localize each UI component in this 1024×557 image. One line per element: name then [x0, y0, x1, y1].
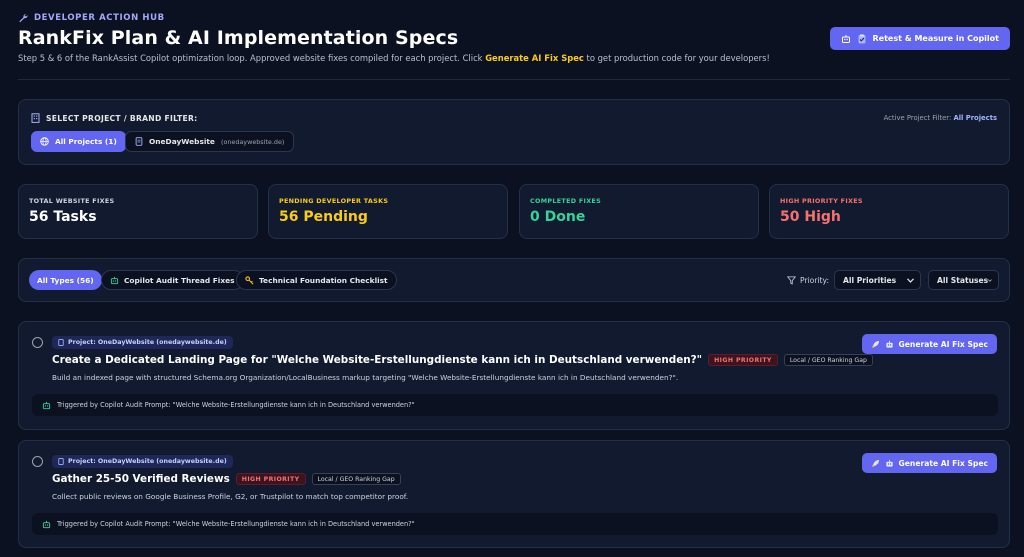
- project-filter-label-text: SELECT PROJECT / BRAND FILTER:: [46, 113, 198, 123]
- task-card: Project: OneDayWebsite (onedaywebsite.de…: [18, 440, 1010, 548]
- task-title: Create a Dedicated Landing Page for "Wel…: [52, 354, 703, 366]
- robot-icon: [110, 276, 119, 284]
- priority-label-text: Priority:: [800, 276, 830, 285]
- priority-badge: HIGH PRIORITY: [235, 473, 306, 485]
- task-trigger: Triggered by Copilot Audit Prompt: "Welc…: [32, 394, 998, 416]
- priority-select-value: All Priorities: [843, 275, 897, 285]
- header-divider: [18, 79, 1010, 80]
- category-badge: Local / GEO Ranking Gap: [783, 354, 873, 366]
- stat-total-fixes: TOTAL WEBSITE FIXES 56 Tasks: [18, 184, 258, 239]
- rocket-icon: [871, 340, 879, 348]
- task-project-badge: Project: OneDayWebsite (onedaywebsite.de…: [52, 336, 233, 349]
- project-chip-onedaywebsite[interactable]: OneDayWebsite (onedaywebsite.de): [125, 131, 295, 152]
- robot-icon: [841, 34, 850, 43]
- wrench-icon: [19, 14, 28, 23]
- task-trigger-text: Triggered by Copilot Audit Prompt: "Welc…: [57, 401, 415, 409]
- type-chip-technical-label: Technical Foundation Checklist: [259, 275, 388, 285]
- stat-pending-tasks: PENDING DEVELOPER TASKS 56 Pending: [268, 184, 508, 239]
- project-chip-all-label: All Projects (1): [55, 137, 117, 146]
- key-icon: [245, 275, 254, 284]
- priority-badge: HIGH PRIORITY: [708, 354, 778, 366]
- project-chip-domain: (onedaywebsite.de): [220, 137, 285, 146]
- task-complete-radio[interactable]: [32, 337, 43, 348]
- retest-label: Retest & Measure in Copilot: [872, 34, 1000, 43]
- generate-ai-fix-spec-button[interactable]: Generate AI Fix Spec: [861, 334, 997, 354]
- task-description: Collect public reviews on Google Busines…: [52, 492, 409, 501]
- stat-value: 56 Pending: [279, 209, 368, 225]
- eyebrow-text: DEVELOPER ACTION HUB: [34, 13, 165, 23]
- generate-ai-fix-spec-button[interactable]: Generate AI Fix Spec: [861, 453, 997, 473]
- rocket-icon: [871, 459, 879, 467]
- project-chip-all[interactable]: All Projects (1): [31, 131, 126, 152]
- stat-value: 56 Tasks: [29, 209, 97, 225]
- task-title-row: Gather 25-50 Verified Reviews HIGH PRIOR…: [52, 473, 401, 485]
- chevron-down-icon: [907, 277, 914, 283]
- generate-button-label: Generate AI Fix Spec: [898, 458, 988, 468]
- filter-icon: [787, 276, 796, 285]
- page-title: RankFix Plan & AI Implementation Specs: [18, 27, 459, 49]
- subtitle-highlight: Generate AI Fix Spec: [485, 53, 584, 63]
- category-badge: Local / GEO Ranking Gap: [311, 473, 401, 485]
- task-project-text: Project: OneDayWebsite (onedaywebsite.de…: [68, 339, 227, 346]
- type-chip-all[interactable]: All Types (56): [29, 270, 102, 290]
- status-select[interactable]: All Statuses: [928, 270, 999, 290]
- stat-value: 50 High: [780, 209, 841, 225]
- status-select-value: All Statuses: [937, 275, 989, 285]
- page-subtitle: Step 5 & 6 of the RankAssist Copilot opt…: [18, 53, 770, 63]
- stat-label: TOTAL WEBSITE FIXES: [29, 197, 115, 205]
- stat-label: COMPLETED FIXES: [530, 197, 601, 205]
- retest-button[interactable]: Retest & Measure in Copilot: [829, 27, 1010, 50]
- chevron-down-icon: [988, 278, 992, 282]
- project-chip-name: OneDayWebsite: [149, 137, 215, 146]
- active-filter-label: Active Project Filter:: [883, 114, 952, 122]
- clipboard-icon: [858, 34, 865, 43]
- task-complete-radio[interactable]: [32, 456, 43, 467]
- stat-label: HIGH PRIORITY FIXES: [780, 197, 863, 205]
- generate-button-label: Generate AI Fix Spec: [898, 339, 988, 349]
- project-filter-label: SELECT PROJECT / BRAND FILTER:: [31, 113, 197, 123]
- task-card: Project: OneDayWebsite (onedaywebsite.de…: [18, 321, 1010, 430]
- active-project-filter: Active Project Filter: All Projects: [884, 114, 997, 122]
- task-title: Gather 25-50 Verified Reviews: [52, 473, 230, 485]
- robot-icon: [885, 340, 893, 348]
- file-icon: [58, 339, 64, 346]
- task-trigger: Triggered by Copilot Audit Prompt: "Welc…: [32, 513, 998, 535]
- globe-icon: [40, 137, 49, 146]
- stat-high-priority: HIGH PRIORITY FIXES 50 High: [769, 184, 1009, 239]
- type-chip-copilot-audit[interactable]: Copilot Audit Thread Fixes: [101, 270, 244, 290]
- stat-value: 0 Done: [530, 209, 586, 225]
- stat-completed-fixes: COMPLETED FIXES 0 Done: [519, 184, 759, 239]
- subtitle-post: to get production code for your develope…: [583, 53, 770, 63]
- stat-label: PENDING DEVELOPER TASKS: [279, 197, 389, 205]
- file-icon: [58, 458, 64, 465]
- type-chip-copilot-label: Copilot Audit Thread Fixes: [124, 275, 235, 285]
- type-chip-technical-foundation[interactable]: Technical Foundation Checklist: [236, 270, 397, 290]
- priority-select[interactable]: All Priorities: [834, 270, 921, 290]
- type-filter-panel: All Types (56) Copilot Audit Thread Fixe…: [18, 258, 1010, 302]
- task-title-row: Create a Dedicated Landing Page for "Wel…: [52, 354, 873, 366]
- task-project-text: Project: OneDayWebsite (onedaywebsite.de…: [68, 458, 227, 465]
- task-trigger-text: Triggered by Copilot Audit Prompt: "Welc…: [57, 520, 415, 528]
- eyebrow: DEVELOPER ACTION HUB: [18, 13, 165, 23]
- subtitle-pre: Step 5 & 6 of the RankAssist Copilot opt…: [18, 53, 486, 63]
- priority-label: Priority:: [787, 276, 829, 285]
- robot-icon: [42, 520, 51, 528]
- robot-icon: [885, 459, 893, 467]
- task-description: Build an indexed page with structured Sc…: [52, 373, 679, 382]
- building-icon: [31, 113, 40, 123]
- robot-icon: [42, 401, 51, 409]
- task-project-badge: Project: OneDayWebsite (onedaywebsite.de…: [52, 455, 233, 468]
- file-icon: [135, 137, 143, 146]
- type-chip-all-label: All Types (56): [37, 275, 94, 285]
- active-filter-value: All Projects: [953, 114, 997, 122]
- project-filter-panel: SELECT PROJECT / BRAND FILTER: Active Pr…: [18, 99, 1010, 165]
